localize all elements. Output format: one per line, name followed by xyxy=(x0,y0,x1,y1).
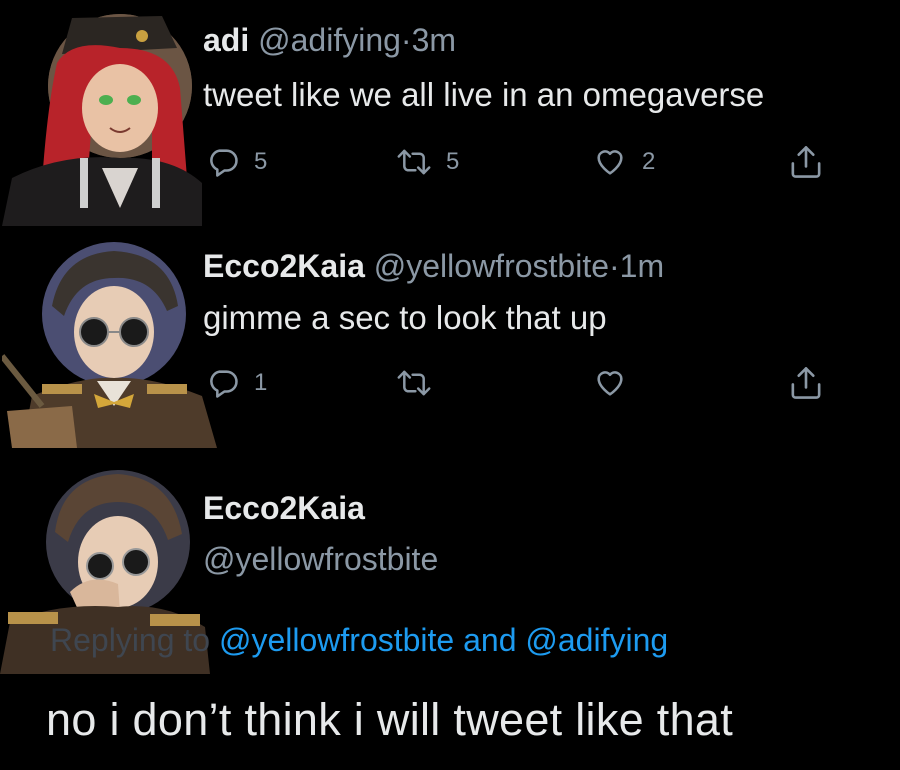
heart-icon xyxy=(597,371,623,396)
user-handle[interactable]: @yellowfrostbite xyxy=(203,541,438,578)
timestamp[interactable]: 3m xyxy=(412,22,456,58)
share-icon xyxy=(791,367,821,399)
heart-icon xyxy=(597,150,623,175)
tweet-header: adi @adifying·3m xyxy=(203,22,456,59)
display-name-text: Ecco2Kaia xyxy=(203,490,365,526)
display-name[interactable]: adi xyxy=(203,22,249,58)
reply-count: 1 xyxy=(254,369,268,396)
retweet-icon xyxy=(397,149,431,175)
tweet-text: tweet like we all live in an omegaverse xyxy=(203,76,765,113)
tweet-header: Ecco2Kaia @yellowfrostbite·1m xyxy=(203,248,664,285)
retweet-count: 5 xyxy=(446,148,460,175)
like-button[interactable] xyxy=(592,366,628,400)
reply-button[interactable]: 1 xyxy=(206,366,267,400)
avatar-ecco2kaia[interactable] xyxy=(2,236,226,448)
display-name[interactable]: Ecco2Kaia xyxy=(203,248,365,284)
replying-to-line: Replying to @yellowfrostbite and @adifyi… xyxy=(50,622,668,659)
retweet-button[interactable]: 5 xyxy=(396,145,459,179)
like-button[interactable]: 2 xyxy=(592,145,655,179)
reply-button[interactable]: 5 xyxy=(206,145,267,179)
display-name[interactable]: Ecco2Kaia xyxy=(203,490,365,527)
avatar-adi-art xyxy=(2,14,202,226)
avatar-adi[interactable] xyxy=(2,8,202,226)
like-count: 2 xyxy=(642,148,656,175)
separator-dot: · xyxy=(609,248,620,284)
reply-icon xyxy=(210,370,238,398)
retweet-icon xyxy=(397,370,431,396)
retweet-button[interactable] xyxy=(396,366,432,400)
reply-text: no i don’t think i will tweet like that xyxy=(46,694,734,745)
share-button[interactable] xyxy=(788,364,824,402)
mention-adifying[interactable]: @adifying xyxy=(525,622,668,658)
reply-icon xyxy=(210,149,238,177)
share-icon xyxy=(791,146,821,178)
user-handle[interactable]: @adifying xyxy=(258,22,401,58)
user-handle[interactable]: @yellowfrostbite xyxy=(374,248,609,284)
avatar-ecco2kaia-art xyxy=(2,242,217,448)
separator-dot: · xyxy=(400,22,412,58)
replying-prefix: Replying to xyxy=(50,622,211,658)
reply-count: 5 xyxy=(254,148,268,175)
mention-yellowfrostbite[interactable]: @yellowfrostbite xyxy=(219,622,454,658)
timestamp[interactable]: 1m xyxy=(620,248,664,284)
share-button[interactable] xyxy=(788,143,824,181)
mention-and: and xyxy=(463,622,517,658)
tweet-text: gimme a sec to look that up xyxy=(203,299,607,336)
